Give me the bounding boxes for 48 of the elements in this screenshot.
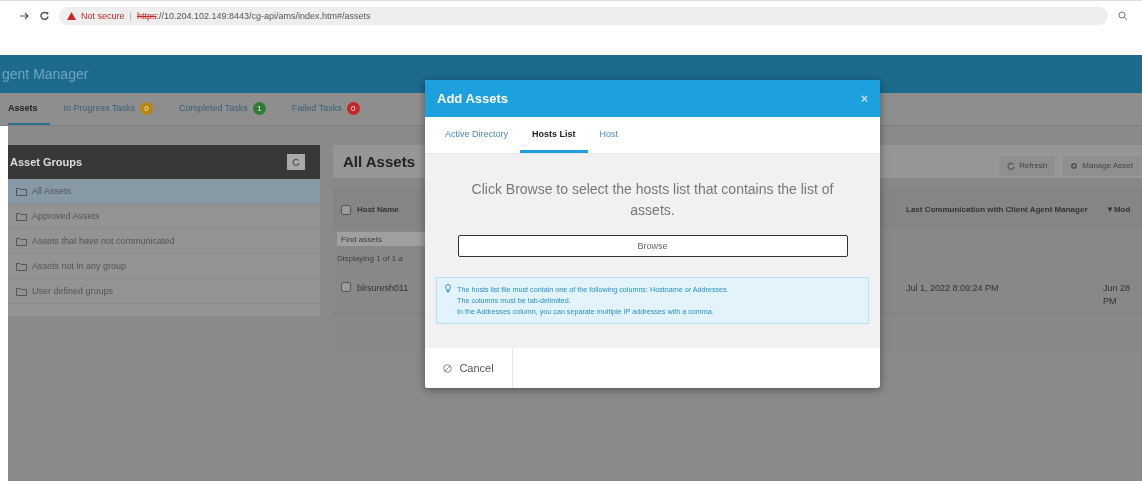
count-badge: 0 [346,101,360,115]
refresh-button[interactable] [287,154,305,170]
warning-icon [67,11,76,20]
column-header[interactable]: Host Name [357,204,399,216]
folder-icon [16,186,27,196]
url-text: https://10.204.102.149:8443/cg-api/ams/index.htm#/assets [136,10,371,21]
refresh-icon [1007,161,1016,170]
panel-title: All Assets [343,153,415,170]
checkbox[interactable] [341,205,351,215]
dialog-tab[interactable]: Host [587,117,631,153]
close-button[interactable]: × [861,91,868,106]
folder-icon [16,261,27,271]
group-item[interactable]: All Assets [8,179,320,204]
dialog-title: Add Assets [437,91,509,106]
table-cell-text: Jun 28 PM [1103,282,1132,308]
group-item[interactable]: Approved Assets [8,204,320,229]
manage-button[interactable]: Manage Asset [1061,154,1142,177]
checkbox[interactable] [341,282,351,292]
address-bar[interactable]: Not secure | https://10.204.102.149:8443/cg-api/ams/index.htm#/assets [59,6,1108,25]
dialog-tab[interactable]: Active Directory [433,117,520,153]
lightbulb-icon [445,284,451,293]
folder-icon [16,211,27,221]
panel-title: Asset Groups [10,156,83,168]
separator: | [129,10,132,21]
forward-icon[interactable] [20,11,30,20]
browse-button[interactable]: Browse [457,235,848,257]
zoom-icon[interactable] [1118,10,1128,21]
nav-tab[interactable]: In Progress Tasks 0 [63,93,165,125]
column-header[interactable]: ▼Mod [1106,204,1131,216]
filter-field[interactable]: Find assets [337,232,427,246]
count-badge: 1 [252,101,266,115]
app-title: gent Manager [2,66,89,82]
count-badge: 0 [139,101,153,115]
gear-icon [1070,161,1079,170]
refresh-icon [292,158,300,166]
security-label: Not secure [81,10,125,21]
folder-icon [16,286,27,296]
nav-tab[interactable]: Failed Tasks 0 [291,93,372,125]
cancel-icon [443,363,453,373]
folder-icon [16,236,27,246]
cancel-button[interactable]: Cancel [425,348,513,388]
table-cell: Jul 1, 2022 8:09:24 PM [906,282,999,295]
nav-tab[interactable]: Completed Tasks 1 [178,93,278,125]
table-cell: blrsuresh011 [357,282,409,295]
refresh-button[interactable]: Refresh [998,154,1057,177]
instruction-text: Click Browse to select the hosts list that contains the list of assets. [470,180,835,220]
reload-icon[interactable] [40,11,49,20]
column-header[interactable]: Last Communication with Client Agent Manager [906,204,1088,216]
